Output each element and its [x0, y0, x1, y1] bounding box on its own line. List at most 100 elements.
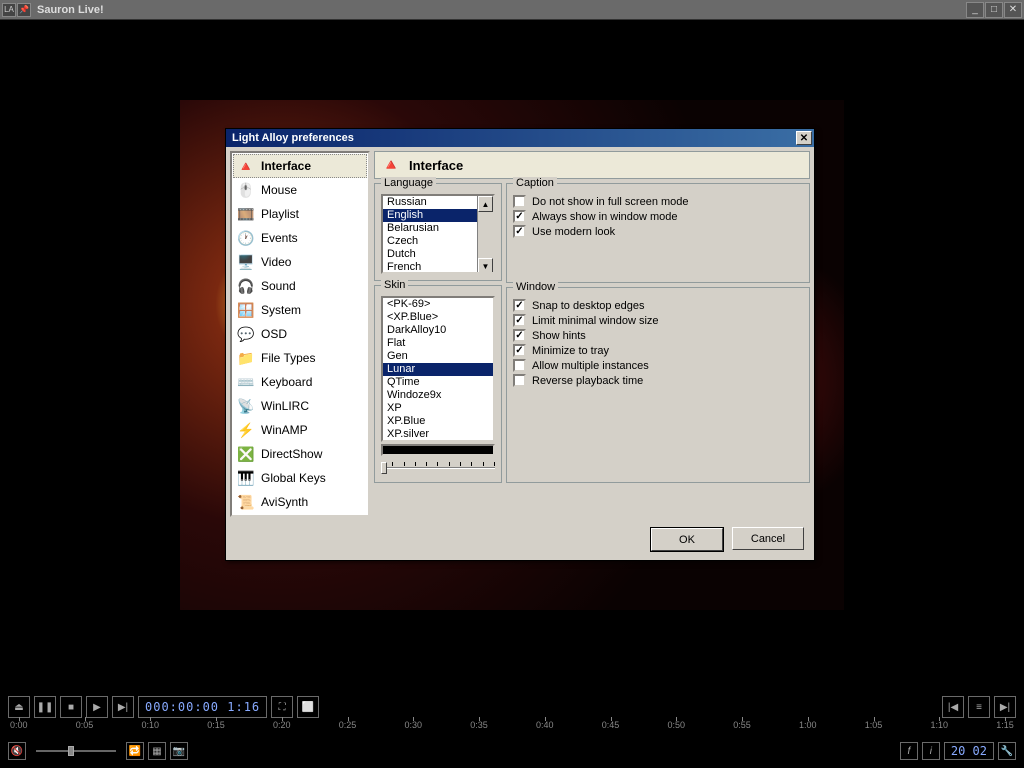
sidebar-item-winlirc[interactable]: 📡WinLIRC	[233, 394, 367, 418]
seek-tick: 0:40	[536, 720, 554, 740]
list-item[interactable]: <XP.Blue>	[383, 311, 493, 324]
sidebar-item-video[interactable]: 🖥️Video	[233, 250, 367, 274]
seek-tick: 0:50	[668, 720, 686, 740]
checkbox[interactable]	[513, 195, 526, 208]
list-item[interactable]: Windoze9x	[383, 389, 493, 402]
seek-tick: 0:30	[405, 720, 423, 740]
prev-track-button[interactable]: |◀	[942, 696, 964, 718]
scroll-up-icon[interactable]: ▲	[478, 196, 493, 212]
list-item[interactable]: DarkAlloy10	[383, 324, 493, 337]
checkbox[interactable]	[513, 374, 526, 387]
checkbox[interactable]	[513, 225, 526, 238]
checkbox-row[interactable]: Use modern look	[513, 224, 803, 239]
list-item[interactable]: Flat	[383, 337, 493, 350]
info-button[interactable]: i	[922, 742, 940, 760]
checkbox[interactable]	[513, 344, 526, 357]
sidebar-item-system[interactable]: 🪟System	[233, 298, 367, 322]
app-icon-la: LA	[2, 3, 16, 17]
checkbox[interactable]	[513, 299, 526, 312]
directshow-icon: ❎	[237, 445, 255, 463]
list-item[interactable]: Lunar	[383, 363, 493, 376]
list-item[interactable]: QTime	[383, 376, 493, 389]
list-item[interactable]: XP	[383, 402, 493, 415]
list-item[interactable]: XP.silver	[383, 428, 493, 441]
playlist-button[interactable]: ≡	[968, 696, 990, 718]
panel-title: Interface	[409, 158, 463, 173]
checkbox[interactable]	[513, 359, 526, 372]
sidebar-item-osd[interactable]: 💬OSD	[233, 322, 367, 346]
slider-thumb[interactable]	[381, 462, 387, 474]
list-item[interactable]: XP.Blue	[383, 415, 493, 428]
checkbox-row[interactable]: Limit minimal window size	[513, 313, 803, 328]
next-track-button[interactable]: ▶|	[994, 696, 1016, 718]
seek-tick: 0:45	[602, 720, 620, 740]
sidebar-item-avisynth[interactable]: 📜AviSynth	[233, 490, 367, 514]
category-list[interactable]: 🔺Interface 🖱️Mouse 🎞️Playlist 🕐Events 🖥️…	[230, 151, 370, 517]
checkbox[interactable]	[513, 314, 526, 327]
checkbox-row[interactable]: Allow multiple instances	[513, 358, 803, 373]
globalkeys-icon: 🎹	[237, 469, 255, 487]
ok-button[interactable]: OK	[651, 528, 723, 551]
step-button[interactable]: ▶|	[112, 696, 134, 718]
skin-slider[interactable]	[381, 460, 495, 476]
sidebar-item-sound[interactable]: 🎧Sound	[233, 274, 367, 298]
sidebar-item-directshow[interactable]: ❎DirectShow	[233, 442, 367, 466]
dialog-close-button[interactable]: ✕	[796, 131, 812, 145]
checkbox[interactable]	[513, 210, 526, 223]
checkbox-row[interactable]: Show hints	[513, 328, 803, 343]
snapshot-button[interactable]: 📷	[170, 742, 188, 760]
pin-icon[interactable]: 📌	[17, 3, 31, 17]
shuffle-button[interactable]: ▦	[148, 742, 166, 760]
checkbox-label: Use modern look	[532, 226, 615, 238]
skin-preview	[381, 444, 495, 456]
sidebar-item-winamp[interactable]: ⚡WinAMP	[233, 418, 367, 442]
sidebar-item-playlist[interactable]: 🎞️Playlist	[233, 202, 367, 226]
volume-slider[interactable]	[36, 746, 116, 756]
repeat-button[interactable]: 🔁	[126, 742, 144, 760]
stop-button[interactable]: ■	[60, 696, 82, 718]
window-groupbox: Window Snap to desktop edgesLimit minima…	[506, 287, 810, 483]
cancel-button[interactable]: Cancel	[732, 527, 804, 550]
pause-button[interactable]: ❚❚	[34, 696, 56, 718]
checkbox-row[interactable]: Reverse playback time	[513, 373, 803, 388]
checkbox[interactable]	[513, 329, 526, 342]
sidebar-item-globalkeys[interactable]: 🎹Global Keys	[233, 466, 367, 490]
play-button[interactable]: ▶	[86, 696, 108, 718]
list-item[interactable]: Gen	[383, 350, 493, 363]
maximize-button[interactable]: □	[985, 2, 1003, 18]
mute-button[interactable]: 🔇	[8, 742, 26, 760]
list-item[interactable]: <PK-69>	[383, 298, 493, 311]
fullscreen-button[interactable]: ⬜	[297, 696, 319, 718]
sidebar-item-mouse[interactable]: 🖱️Mouse	[233, 178, 367, 202]
system-icon: 🪟	[237, 301, 255, 319]
seek-tick: 0:15	[207, 720, 225, 740]
checkbox-row[interactable]: Snap to desktop edges	[513, 298, 803, 313]
eject-button[interactable]: ⏏	[8, 696, 30, 718]
sidebar-item-filetypes[interactable]: 📁File Types	[233, 346, 367, 370]
sidebar-item-events[interactable]: 🕐Events	[233, 226, 367, 250]
close-button[interactable]: ✕	[1004, 2, 1022, 18]
sidebar-item-keyboard[interactable]: ⌨️Keyboard	[233, 370, 367, 394]
checkbox-row[interactable]: Always show in window mode	[513, 209, 803, 224]
crop-button[interactable]: ⛶	[271, 696, 293, 718]
volume-thumb[interactable]	[68, 746, 74, 756]
caption-label: Caption	[513, 177, 557, 189]
dialog-titlebar[interactable]: Light Alloy preferences ✕	[226, 129, 814, 147]
scroll-down-icon[interactable]: ▼	[478, 258, 493, 274]
function-button[interactable]: f	[900, 742, 918, 760]
settings-button[interactable]: 🔧	[998, 742, 1016, 760]
seek-tick: 0:05	[76, 720, 94, 740]
seek-bar[interactable]: 0:000:050:100:150:200:250:300:350:400:45…	[10, 720, 1014, 740]
playlist-icon: 🎞️	[237, 205, 255, 223]
avisynth-icon: 📜	[237, 493, 255, 511]
minimize-button[interactable]: _	[966, 2, 984, 18]
skin-label: Skin	[381, 279, 408, 291]
scrollbar[interactable]: ▲ ▼	[477, 196, 493, 274]
checkbox-row[interactable]: Minimize to tray	[513, 343, 803, 358]
skin-listbox[interactable]: <PK-69> <XP.Blue> DarkAlloy10 Flat Gen L…	[381, 296, 495, 442]
interface-icon: 🔺	[381, 155, 401, 175]
sidebar-item-interface[interactable]: 🔺Interface	[233, 154, 367, 178]
checkbox-row[interactable]: Do not show in full screen mode	[513, 194, 803, 209]
language-listbox[interactable]: Russian English Belarusian Czech Dutch F…	[381, 194, 495, 274]
checkbox-label: Always show in window mode	[532, 211, 678, 223]
